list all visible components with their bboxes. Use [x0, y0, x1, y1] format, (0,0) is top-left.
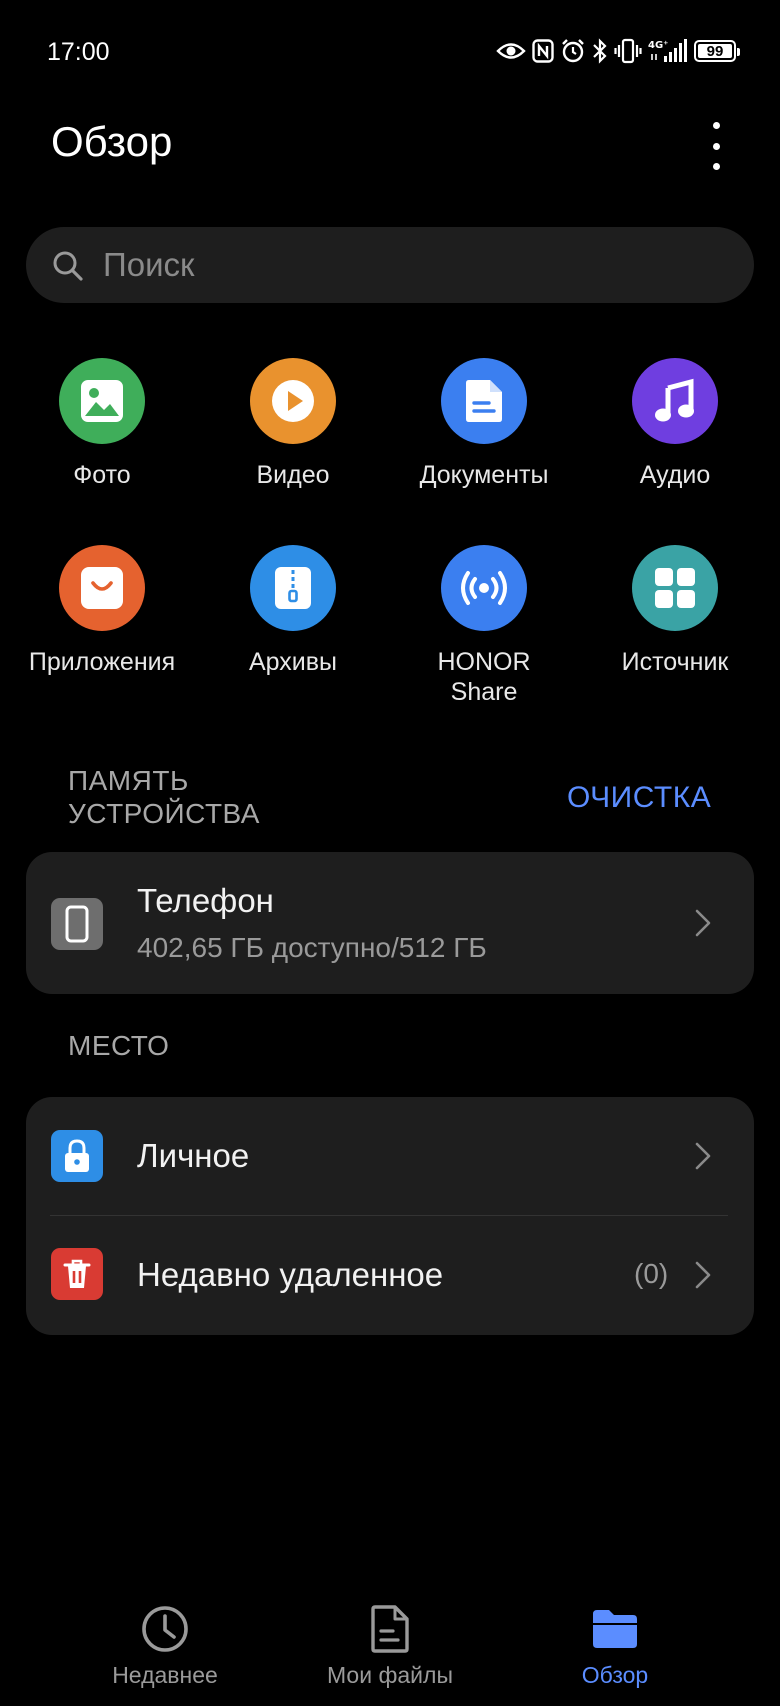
category-label: Фото [73, 461, 131, 489]
lock-icon [51, 1130, 103, 1182]
category-apps[interactable]: Приложения [22, 545, 182, 677]
page-title: Обзор [51, 118, 173, 165]
archive-icon [250, 545, 336, 631]
chevron-right-icon [695, 909, 711, 937]
category-documents[interactable]: Документы [404, 358, 564, 490]
battery-indicator: 99 [694, 40, 740, 62]
place-item-private[interactable]: Личное [26, 1097, 754, 1215]
grid-icon [632, 545, 718, 631]
places-heading: МЕСТО [68, 1030, 170, 1061]
nav-label: Обзор [581, 1662, 649, 1688]
more-options-button[interactable] [700, 118, 732, 174]
places-card: Личное Недавно удаленное (0) [26, 1097, 754, 1335]
file-icon [371, 1605, 409, 1653]
bottom-navigation: Недавнее Мои файлы Обзор [0, 1590, 780, 1706]
place-item-label: Недавно удаленное [137, 1256, 444, 1293]
phone-icon [51, 898, 103, 950]
alarm-icon [560, 36, 586, 66]
document-icon [441, 358, 527, 444]
folder-icon [593, 1610, 637, 1648]
category-label: Документы [419, 461, 549, 489]
place-item-recently-deleted[interactable]: Недавно удаленное (0) [26, 1216, 754, 1335]
nav-recent[interactable]: Недавнее [65, 1604, 265, 1689]
category-audio[interactable]: Аудио [595, 358, 755, 490]
nav-browse[interactable]: Обзор [515, 1604, 715, 1689]
status-time: 17:00 [47, 38, 110, 66]
more-vertical-icon [712, 122, 720, 129]
chevron-right-icon [695, 1142, 711, 1170]
bluetooth-icon [592, 36, 608, 66]
category-source[interactable]: Источник [595, 545, 755, 677]
status-bar: 17:00 4G⁺ 99 [0, 0, 780, 104]
phone-storage-title: Телефон [137, 882, 274, 919]
battery-level: 99 [706, 42, 724, 60]
chevron-right-icon [695, 1261, 711, 1289]
broadcast-icon [441, 545, 527, 631]
category-label: Аудио [639, 461, 711, 489]
category-photo[interactable]: Фото [22, 358, 182, 490]
status-icons: 4G⁺ 99 [496, 36, 740, 66]
trash-icon [51, 1248, 103, 1300]
vibrate-icon [614, 36, 642, 66]
category-label: Архивы [248, 648, 337, 676]
signal-4g-icon: 4G⁺ [648, 36, 688, 66]
nav-my-files[interactable]: Мои файлы [290, 1604, 490, 1689]
browse-screen: 17:00 4G⁺ 99 Обзор Поиск Фото Видео Доку… [0, 0, 780, 1706]
shopping-bag-icon [59, 545, 145, 631]
phone-storage-subtitle: 402,65 ГБ доступно/512 ГБ [137, 932, 487, 963]
place-item-label: Личное [137, 1137, 250, 1174]
category-video[interactable]: Видео [213, 358, 373, 490]
category-label: HONOR Share [437, 648, 531, 706]
eye-icon [496, 36, 526, 66]
category-label: Приложения [28, 648, 176, 676]
music-icon [632, 358, 718, 444]
recently-deleted-count: (0) [634, 1258, 669, 1289]
device-storage-heading: ПАМЯТЬ УСТРОЙСТВА [68, 765, 260, 829]
play-icon [250, 358, 336, 444]
nav-label: Недавнее [112, 1662, 218, 1688]
svg-text:4G⁺: 4G⁺ [648, 40, 668, 51]
cleanup-button[interactable]: ОЧИСТКА [567, 781, 711, 815]
phone-storage-card[interactable]: Телефон 402,65 ГБ доступно/512 ГБ [26, 852, 754, 994]
category-archives[interactable]: Архивы [213, 545, 373, 677]
search-input[interactable]: Поиск [103, 246, 194, 284]
nav-label: Мои файлы [327, 1662, 453, 1688]
battery-icon: 99 [694, 36, 740, 66]
category-label: Источник [621, 648, 729, 676]
nfc-icon [532, 36, 554, 66]
category-label: Видео [256, 461, 330, 489]
category-honor-share[interactable]: HONOR Share [404, 545, 564, 707]
clock-icon [142, 1606, 188, 1652]
search-icon [53, 251, 83, 281]
photo-icon [59, 358, 145, 444]
